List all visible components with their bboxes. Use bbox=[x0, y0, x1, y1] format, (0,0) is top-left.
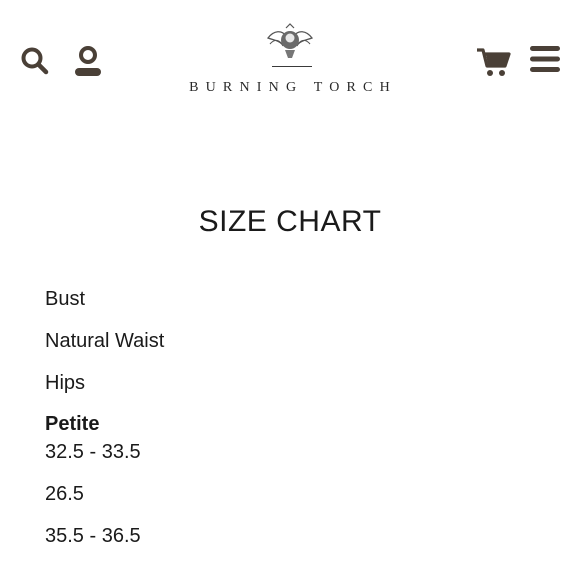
measurement-label-natural-waist: Natural Waist bbox=[45, 330, 165, 352]
measurement-label-hips: Hips bbox=[45, 372, 86, 394]
brand-name: BURNING TORCH bbox=[189, 80, 397, 95]
size-value-natural-waist: 26.5 bbox=[45, 483, 84, 505]
search-icon[interactable] bbox=[20, 46, 50, 76]
brand-logo[interactable]: BURNING TORCH bbox=[150, 22, 430, 102]
size-heading-petite: Petite bbox=[45, 413, 100, 435]
measurement-label-bust: Bust bbox=[45, 288, 86, 310]
page-title: SIZE CHART bbox=[198, 205, 382, 238]
winged-torch-emblem-icon bbox=[266, 23, 314, 58]
hamburger-menu-icon[interactable] bbox=[530, 44, 560, 74]
size-value-bust: 32.5 - 33.5 bbox=[45, 441, 141, 463]
account-icon[interactable] bbox=[72, 45, 104, 79]
cart-icon[interactable] bbox=[476, 47, 512, 79]
size-value-hips: 35.5 - 36.5 bbox=[45, 525, 141, 547]
site-header: BURNING TORCH bbox=[0, 0, 580, 110]
logo-divider bbox=[272, 66, 312, 67]
